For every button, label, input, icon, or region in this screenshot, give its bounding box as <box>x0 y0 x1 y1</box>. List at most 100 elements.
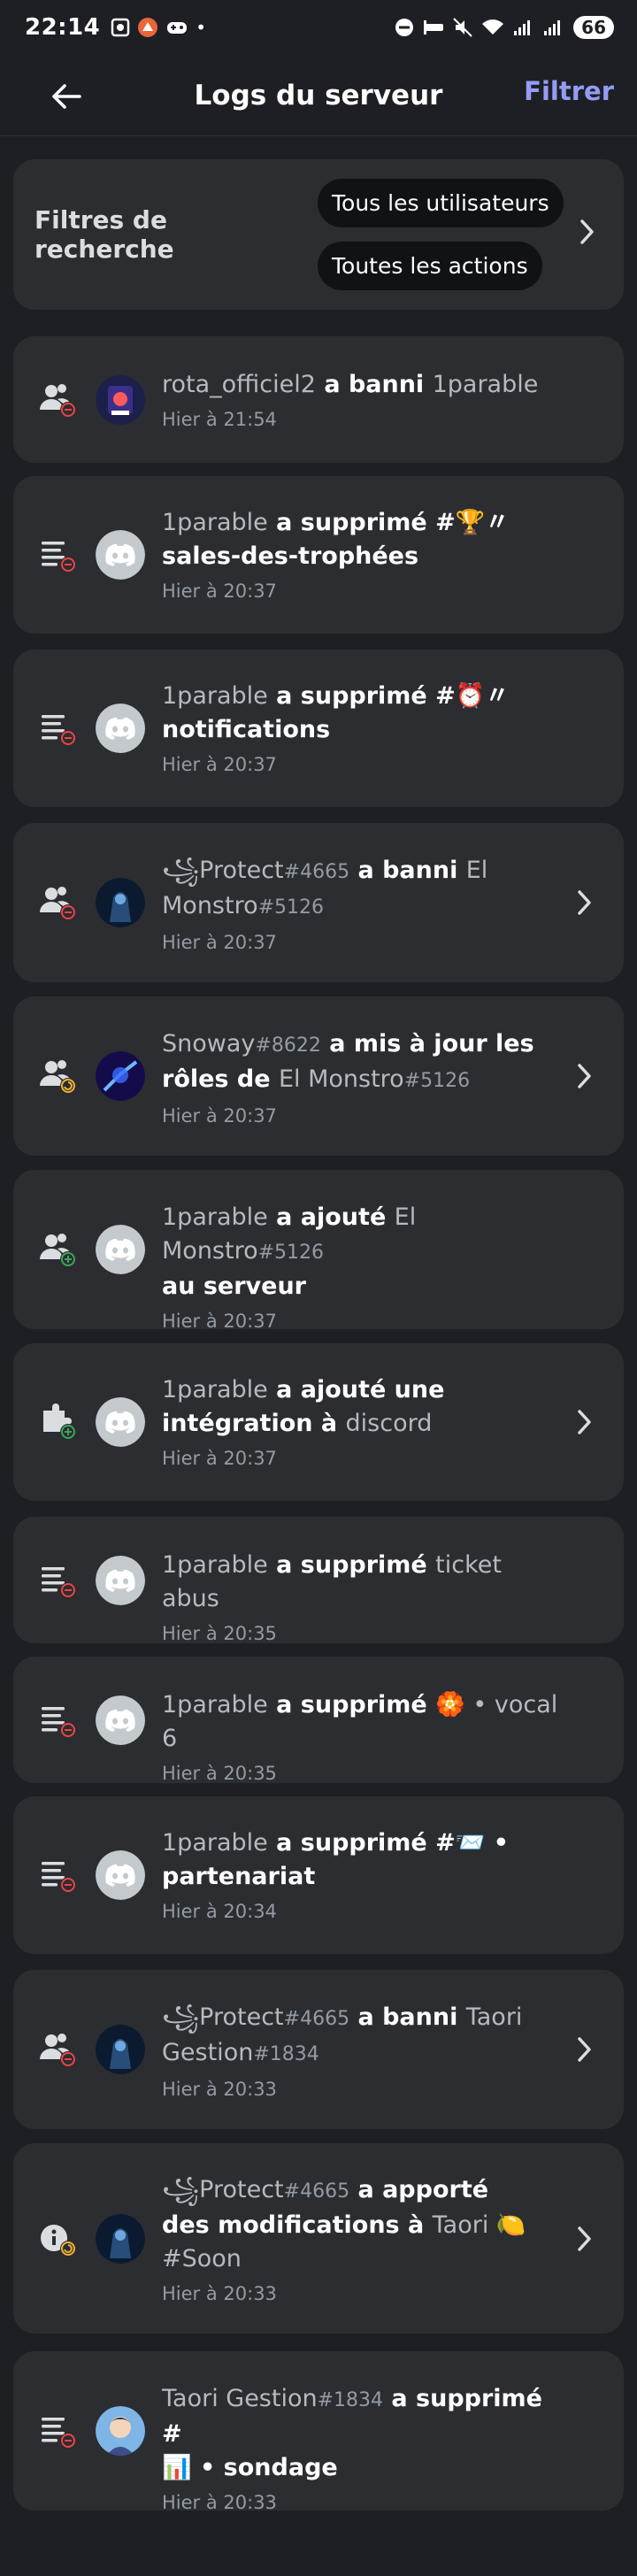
log-action-segment: a supprimé <box>267 1691 436 1719</box>
log-timestamp: Hier à 20:33 <box>162 2492 277 2513</box>
log-name-segment: ꧁Protect <box>162 2176 284 2203</box>
discord-avatar <box>96 704 145 753</box>
audit-log-entry: 1parable a supprimé 🏵️ • vocal 6 Hier à 2… <box>13 1657 624 1784</box>
log-tag-segment: #5126 <box>403 1070 471 1092</box>
log-name-segment: 1parable <box>162 1376 268 1403</box>
gamepad-icon <box>167 22 188 34</box>
log-action-segment: a supprimé <box>267 1551 436 1579</box>
log-tag-segment: #1834 <box>317 2389 384 2411</box>
log-name-segment: ꧁Protect <box>162 857 284 884</box>
audit-log-entry: 1parable a supprimé #🏆〃 sales-des-trophée… <box>13 476 624 634</box>
log-action-segment: a banni <box>349 857 466 884</box>
log-text-line2: Monstro#5126 <box>162 889 562 925</box>
audit-log-entry[interactable]: ꧁Protect#4665 a apporté des modifications… <box>13 2143 624 2334</box>
log-text-line2: des modifications à Taori 🍋 <box>162 2209 562 2242</box>
log-timestamp: Hier à 21:54 <box>162 409 277 430</box>
log-entry-body: Taori Gestion#1834 a supprimé # 📊 • sonda… <box>162 2382 562 2513</box>
log-entry-body: 1parable a supprimé 🏵️ • vocal 6 Hier à 2… <box>162 1688 562 1784</box>
search-filters-card[interactable]: Filtres de recherche Tous les utilisateu… <box>13 159 624 310</box>
channel-icon <box>38 534 79 575</box>
log-name-segment: 1parable <box>162 1829 268 1857</box>
chevron-right-icon <box>580 219 594 244</box>
log-entry-body: ꧁Protect#4665 a apporté des modifications… <box>162 2173 562 2304</box>
server-settings-icon <box>38 2218 79 2259</box>
filter-chips: Tous les utilisateurs Toutes les actions <box>318 179 564 290</box>
log-timestamp: Hier à 20:37 <box>162 1448 277 1469</box>
log-tag-segment: #4665 <box>283 861 350 883</box>
channel-icon <box>38 2411 79 2451</box>
channel-icon <box>38 1855 79 1895</box>
add-member-icon <box>38 1229 79 1270</box>
log-timestamp: Hier à 20:35 <box>162 1763 277 1784</box>
protect-avatar <box>96 2214 145 2264</box>
log-name-segment: Gestion <box>162 2039 254 2066</box>
status-bar-right: 66 <box>395 16 614 39</box>
log-action-segment: intégration à <box>162 1410 346 1437</box>
chevron-right-icon[interactable] <box>572 2034 597 2065</box>
log-text-line1: ꧁Protect#4665 a banni El <box>162 854 562 889</box>
log-entry-body: Snoway#8622 a mis à jour les rôles de El … <box>162 1027 562 1127</box>
user-filter-chip[interactable]: Tous les utilisateurs <box>318 179 564 227</box>
log-action-segment: a supprimé #⏰〃 <box>267 682 510 710</box>
filters-label: Filtres de recherche <box>35 205 174 264</box>
audit-log-entry[interactable]: 1parable a ajouté une intégration à disco… <box>13 1343 624 1501</box>
log-entry-body: ꧁Protect#4665 a banni Taori Gestion#1834 H… <box>162 2001 562 2100</box>
status-bar-left: 22:14 • <box>25 14 206 41</box>
log-name-segment: Taori <box>465 2003 523 2031</box>
mute-icon <box>453 18 472 37</box>
log-entry-body: 1parable a supprimé ticket abus Hier à 20… <box>162 1549 562 1644</box>
filter-button[interactable]: Filtrer <box>524 76 614 106</box>
channel-icon <box>38 1700 79 1741</box>
log-action-segment: sales-des-trophées <box>162 542 419 570</box>
log-name-segment: 1parable <box>162 1551 268 1579</box>
log-text-line1: 1parable a ajouté El Monstro#5126 <box>162 1201 562 1270</box>
log-action-segment: a banni <box>349 2003 466 2031</box>
screen-record-icon <box>111 18 130 37</box>
more-notifications-dot: • <box>196 17 207 38</box>
audit-log-entry[interactable]: ꧁Protect#4665 a banni El Monstro#5126 Hier… <box>13 823 624 982</box>
log-timestamp: Hier à 20:37 <box>162 754 277 775</box>
discord-avatar <box>96 1397 145 1447</box>
log-entry-body: 1parable a supprimé #🏆〃 sales-des-trophée… <box>162 506 562 602</box>
discord-avatar <box>96 1696 145 1745</box>
notification-icons: • <box>111 17 206 38</box>
audit-log-entry: rota_officiel2 a banni 1parable Hier à 21… <box>13 336 624 463</box>
chevron-right-icon[interactable] <box>572 888 597 918</box>
chevron-right-icon[interactable] <box>572 1061 597 1091</box>
log-text-line1: 1parable a ajouté une <box>162 1373 562 1407</box>
log-name-segment: El Monstro <box>278 1065 404 1093</box>
log-action-segment: a supprimé #🏆〃 <box>267 509 510 536</box>
audit-log-entry[interactable]: Snoway#8622 a mis à jour les rôles de El … <box>13 996 624 1156</box>
log-timestamp: Hier à 20:35 <box>162 1623 277 1644</box>
status-time: 22:14 <box>25 14 101 41</box>
chevron-right-icon[interactable] <box>572 2224 597 2254</box>
member-role-icon <box>38 1056 79 1096</box>
audit-log-entry: Taori Gestion#1834 a supprimé # 📊 • sonda… <box>13 2351 624 2513</box>
log-text-line1: ꧁Protect#4665 a apporté <box>162 2173 562 2209</box>
log-action-segment: rôles de <box>162 1065 279 1093</box>
audit-log-entry: 1parable a supprimé ticket abus Hier à 20… <box>13 1517 624 1644</box>
integration-icon <box>38 1402 79 1442</box>
discord-avatar <box>96 530 145 580</box>
log-text-line1: 1parable a supprimé 🏵️ • vocal 6 <box>162 1688 562 1756</box>
log-action-segment: partenariat <box>162 1863 316 1890</box>
signal-icon <box>514 20 531 35</box>
taori-avatar <box>96 2406 145 2456</box>
wifi-icon <box>482 19 504 35</box>
log-tag-segment: #1834 <box>253 2043 319 2065</box>
chevron-right-icon[interactable] <box>572 1407 597 1437</box>
log-text-line1: 1parable a supprimé #⏰〃 <box>162 680 562 713</box>
log-name-segment: Taori 🍋 <box>432 2211 526 2239</box>
action-filter-chip[interactable]: Toutes les actions <box>318 242 542 290</box>
log-text-line1: rota_officiel2 a banni 1parable <box>162 368 562 402</box>
log-name-segment: 1parable <box>432 371 539 398</box>
log-timestamp: Hier à 20:37 <box>162 581 277 602</box>
log-action-segment: a ajouté une <box>267 1376 445 1403</box>
back-button[interactable] <box>44 74 88 119</box>
log-timestamp: Hier à 20:37 <box>162 1105 277 1127</box>
arrow-left-icon <box>52 84 81 109</box>
status-bar: 22:14 • 66 <box>0 0 637 55</box>
audit-log-entry: 1parable a supprimé #⏰〃 notifications Hier… <box>13 650 624 807</box>
log-timestamp: Hier à 20:33 <box>162 2283 277 2304</box>
audit-log-entry[interactable]: ꧁Protect#4665 a banni Taori Gestion#1834 H… <box>13 1970 624 2129</box>
